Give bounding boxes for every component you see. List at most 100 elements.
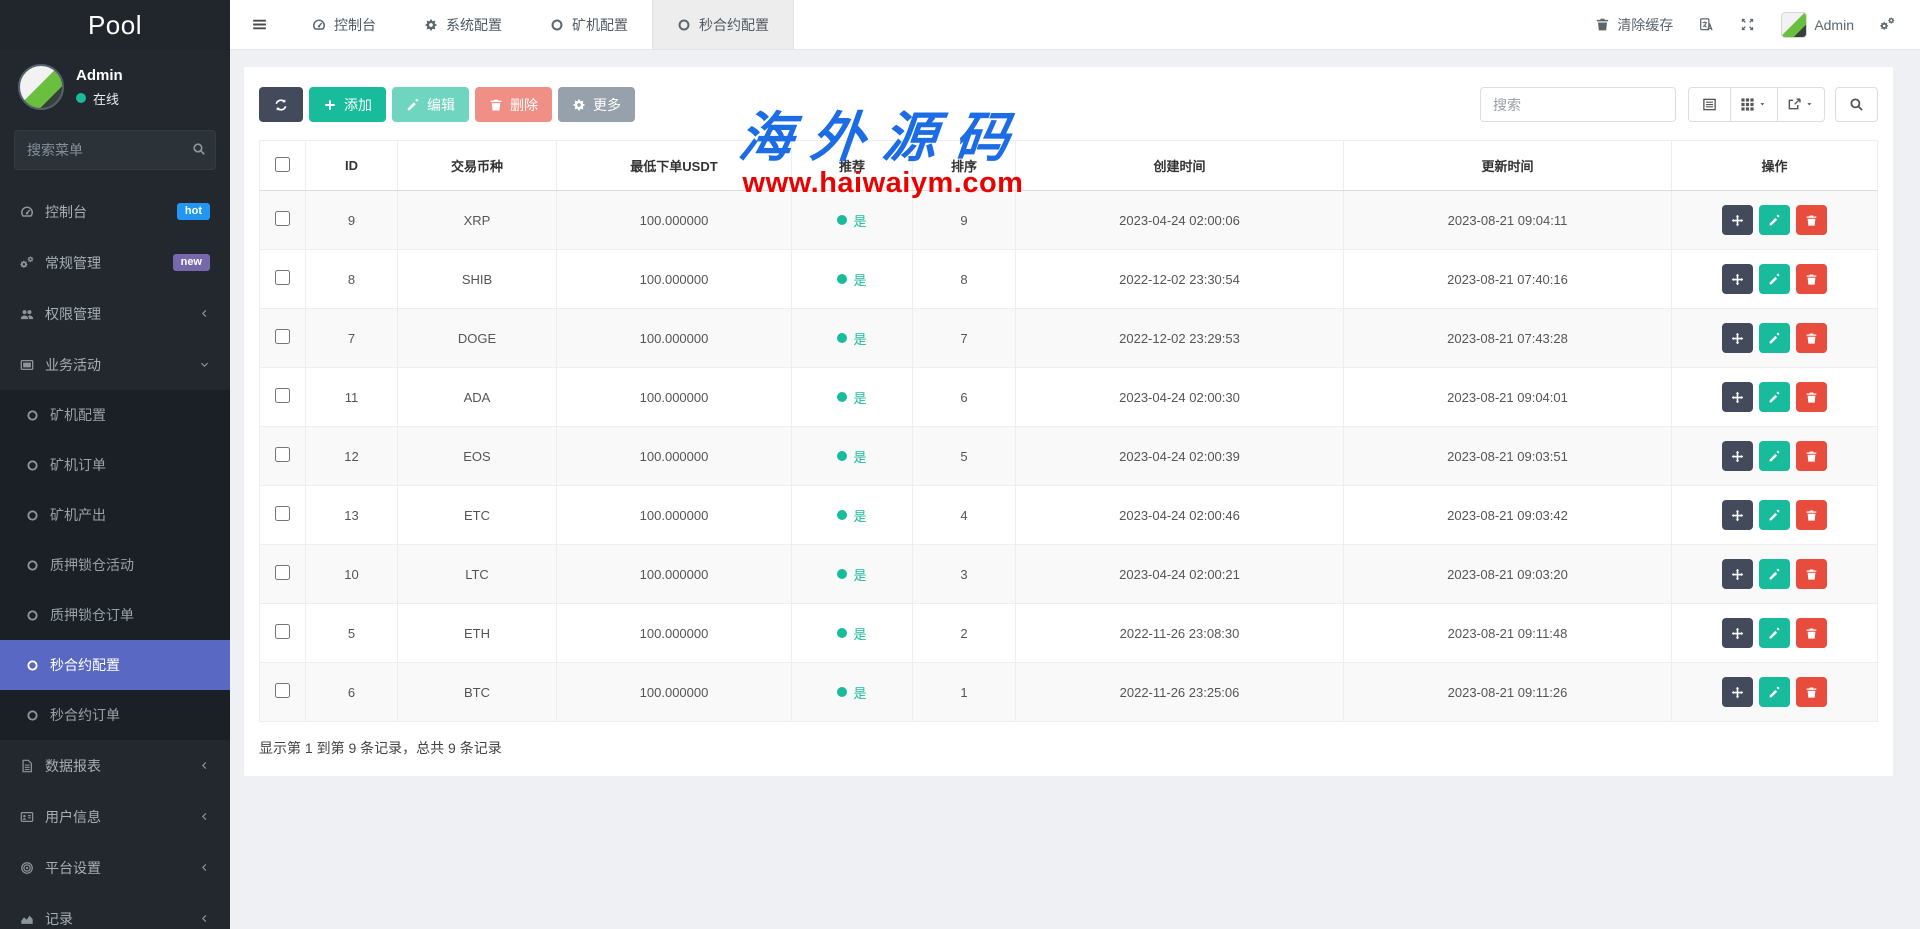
detail-view-button[interactable] — [1688, 87, 1731, 122]
delete-button[interactable]: 删除 — [475, 87, 552, 122]
sidebar-item-质押锁仓订单[interactable]: 质押锁仓订单 — [0, 590, 230, 640]
row-checkbox[interactable] — [275, 329, 290, 344]
target-icon — [20, 861, 34, 875]
search-button[interactable] — [1835, 87, 1878, 122]
sidebar-item-general[interactable]: 常规管理new — [0, 237, 230, 288]
circle-icon — [550, 18, 564, 32]
sidebar-item-矿机订单[interactable]: 矿机订单 — [0, 440, 230, 490]
move-row-button[interactable] — [1722, 441, 1753, 471]
move-row-button[interactable] — [1722, 205, 1753, 235]
sidebar-item-秒合约订单[interactable]: 秒合约订单 — [0, 690, 230, 740]
sidebar-item-dashboard[interactable]: 控制台hot — [0, 186, 230, 237]
row-checkbox[interactable] — [275, 388, 290, 403]
delete-row-button[interactable] — [1796, 677, 1827, 707]
tab-系统配置[interactable]: 系统配置 — [400, 0, 526, 49]
delete-row-button[interactable] — [1796, 500, 1827, 530]
edit-row-button[interactable] — [1759, 264, 1790, 294]
edit-row-button[interactable] — [1759, 500, 1790, 530]
clear-cache-button[interactable]: 清除缓存 — [1595, 15, 1673, 35]
cell-updated: 2023-08-21 09:04:11 — [1344, 191, 1672, 250]
cogs-icon — [1880, 17, 1895, 32]
sidebar-item-label: 常规管理 — [45, 253, 162, 273]
delete-row-button[interactable] — [1796, 559, 1827, 589]
chevron-left-icon — [199, 913, 210, 924]
row-checkbox[interactable] — [275, 447, 290, 462]
user-avatar — [18, 64, 64, 110]
row-checkbox[interactable] — [275, 683, 290, 698]
edit-row-button[interactable] — [1759, 618, 1790, 648]
recommend-dot-icon — [837, 569, 847, 579]
row-checkbox[interactable] — [275, 270, 290, 285]
sidebar-item-矿机产出[interactable]: 矿机产出 — [0, 490, 230, 540]
sidebar-item-质押锁仓活动[interactable]: 质押锁仓活动 — [0, 540, 230, 590]
tab-控制台[interactable]: 控制台 — [288, 0, 400, 49]
edit-row-button[interactable] — [1759, 441, 1790, 471]
move-row-button[interactable] — [1722, 264, 1753, 294]
toolbar-buttons: 添加编辑删除更多 — [259, 87, 641, 122]
sidebar-item-auth[interactable]: 权限管理 — [0, 288, 230, 339]
delete-row-button[interactable] — [1796, 323, 1827, 353]
tab-label: 秒合约配置 — [699, 15, 769, 35]
view-button-group — [1688, 87, 1825, 122]
row-checkbox[interactable] — [275, 211, 290, 226]
move-row-button[interactable] — [1722, 677, 1753, 707]
add-button[interactable]: 添加 — [309, 87, 386, 122]
move-row-button[interactable] — [1722, 618, 1753, 648]
edit-row-button[interactable] — [1759, 382, 1790, 412]
sidebar-item-business[interactable]: 业务活动 — [0, 339, 230, 390]
fullscreen-button[interactable] — [1740, 17, 1755, 32]
delete-row-button[interactable] — [1796, 618, 1827, 648]
tab-矿机配置[interactable]: 矿机配置 — [526, 0, 652, 49]
table-row: 12EOS100.000000是52023-04-24 02:00:392023… — [260, 427, 1878, 486]
edit-row-button[interactable] — [1759, 677, 1790, 707]
row-checkbox[interactable] — [275, 565, 290, 580]
cell-actions — [1672, 604, 1878, 663]
sidebar-item-矿机配置[interactable]: 矿机配置 — [0, 390, 230, 440]
menu-search-input[interactable] — [14, 130, 216, 170]
cell-recommend: 是 — [792, 545, 913, 604]
row-checkbox[interactable] — [275, 506, 290, 521]
tab-label: 系统配置 — [446, 15, 502, 35]
cell-min_usdt: 100.000000 — [557, 191, 792, 250]
edit-row-button[interactable] — [1759, 205, 1790, 235]
move-row-button[interactable] — [1722, 559, 1753, 589]
move-row-button[interactable] — [1722, 382, 1753, 412]
table-search-input[interactable] — [1480, 87, 1676, 122]
sidebar-item-reports[interactable]: 数据报表 — [0, 740, 230, 791]
cell-actions — [1672, 191, 1878, 250]
delete-row-button[interactable] — [1796, 264, 1827, 294]
row-checkbox[interactable] — [275, 624, 290, 639]
columns-button[interactable] — [1731, 87, 1778, 122]
delete-row-button[interactable] — [1796, 441, 1827, 471]
sidebar-item-records[interactable]: 记录 — [0, 893, 230, 929]
translate-button[interactable] — [1699, 17, 1714, 32]
table-toolbar: 添加编辑删除更多 — [259, 87, 1878, 122]
cell-actions — [1672, 663, 1878, 722]
export-icon — [1787, 97, 1802, 112]
delete-row-button[interactable] — [1796, 382, 1827, 412]
cell-sort: 7 — [913, 309, 1016, 368]
select-all-checkbox[interactable] — [275, 157, 290, 172]
sidebar-item-platform[interactable]: 平台设置 — [0, 842, 230, 893]
sidebar-item-userinfo[interactable]: 用户信息 — [0, 791, 230, 842]
refresh-button[interactable] — [259, 87, 303, 122]
export-button[interactable] — [1778, 87, 1825, 122]
edit-button[interactable]: 编辑 — [392, 87, 469, 122]
window-icon — [20, 358, 34, 372]
settings-button[interactable] — [1880, 17, 1895, 32]
chevron-left-icon — [199, 760, 210, 771]
more-button[interactable]: 更多 — [558, 87, 635, 122]
recommend-label: 是 — [853, 506, 866, 525]
sidebar-toggle-button[interactable] — [230, 0, 288, 49]
sidebar-item-秒合约配置[interactable]: 秒合约配置 — [0, 640, 230, 690]
delete-row-button[interactable] — [1796, 205, 1827, 235]
edit-row-button[interactable] — [1759, 559, 1790, 589]
tab-秒合约配置[interactable]: 秒合约配置 — [652, 0, 794, 49]
cell-coin: SHIB — [398, 250, 557, 309]
admin-menu[interactable]: Admin — [1781, 12, 1854, 38]
column-header: 交易币种 — [398, 141, 557, 191]
move-row-button[interactable] — [1722, 500, 1753, 530]
move-row-button[interactable] — [1722, 323, 1753, 353]
edit-row-button[interactable] — [1759, 323, 1790, 353]
circle-icon — [26, 659, 39, 672]
